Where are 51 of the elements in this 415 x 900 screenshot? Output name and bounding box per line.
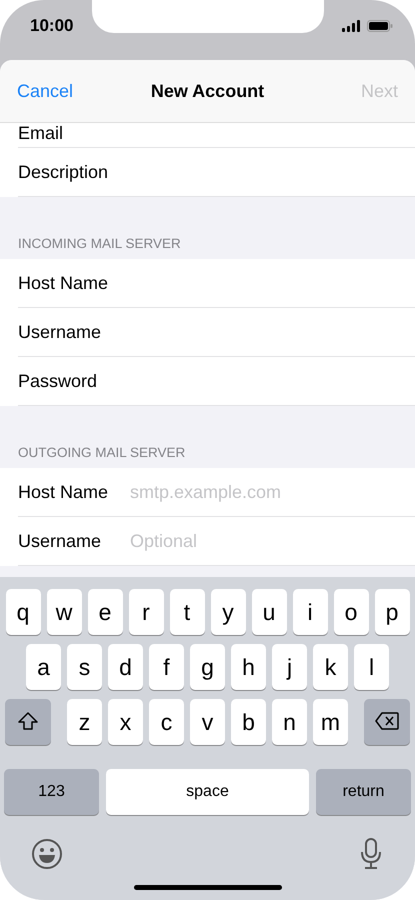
shift-icon xyxy=(18,712,38,730)
key[interactable]: i xyxy=(292,589,328,635)
nav-title: New Account xyxy=(150,80,264,102)
battery-icon xyxy=(367,20,393,32)
key[interactable]: h xyxy=(231,644,266,690)
key[interactable]: e xyxy=(88,589,122,635)
key[interactable]: d xyxy=(108,644,143,690)
key[interactable]: return xyxy=(316,769,411,815)
microphone-icon[interactable] xyxy=(360,838,382,870)
row-label: Username xyxy=(18,322,102,342)
key[interactable]: x xyxy=(108,699,143,745)
key[interactable]: 123 xyxy=(4,769,99,815)
row-label: Email xyxy=(18,123,64,144)
row-label: Username xyxy=(18,530,102,552)
row-label: Host Name xyxy=(18,482,110,502)
key[interactable]: f xyxy=(149,644,184,690)
key[interactable]: l xyxy=(354,644,389,690)
row-label: Description xyxy=(18,162,110,182)
key[interactable]: z xyxy=(67,699,102,745)
shift-key[interactable] xyxy=(5,699,51,745)
emoji-icon[interactable] xyxy=(31,838,63,870)
section-header: OUTGOING MAIL SERVER xyxy=(18,445,186,460)
cancel-button[interactable]: Cancel xyxy=(17,80,74,102)
signal-icon xyxy=(342,20,362,32)
key[interactable]: g xyxy=(190,644,225,690)
key[interactable]: m xyxy=(313,699,348,745)
key[interactable]: v xyxy=(190,699,225,745)
key[interactable]: t xyxy=(170,589,204,635)
key[interactable]: p xyxy=(374,589,410,635)
status-time: 10:00 xyxy=(30,16,74,36)
key[interactable]: y xyxy=(210,589,246,635)
key[interactable]: n xyxy=(272,699,307,745)
key[interactable]: u xyxy=(252,589,286,635)
space-key[interactable]: space xyxy=(106,769,309,815)
delete-key[interactable] xyxy=(364,699,410,745)
key[interactable]: r xyxy=(128,589,164,635)
key[interactable]: o xyxy=(334,589,368,635)
delete-icon xyxy=(375,712,399,730)
row-label: Password xyxy=(18,370,98,392)
key[interactable]: w xyxy=(46,589,82,635)
key[interactable]: b xyxy=(231,699,266,745)
key[interactable]: q xyxy=(6,589,40,635)
key[interactable]: j xyxy=(272,644,307,690)
row-label: Host Name xyxy=(18,272,110,294)
key[interactable]: a xyxy=(26,644,61,690)
input-field[interactable]: smtp.example.com xyxy=(128,480,362,504)
key[interactable]: k xyxy=(313,644,348,690)
input-field[interactable]: Optional xyxy=(128,530,362,552)
key[interactable]: c xyxy=(149,699,184,745)
section-header: INCOMING MAIL SERVER xyxy=(18,236,181,251)
key[interactable]: s xyxy=(67,644,102,690)
